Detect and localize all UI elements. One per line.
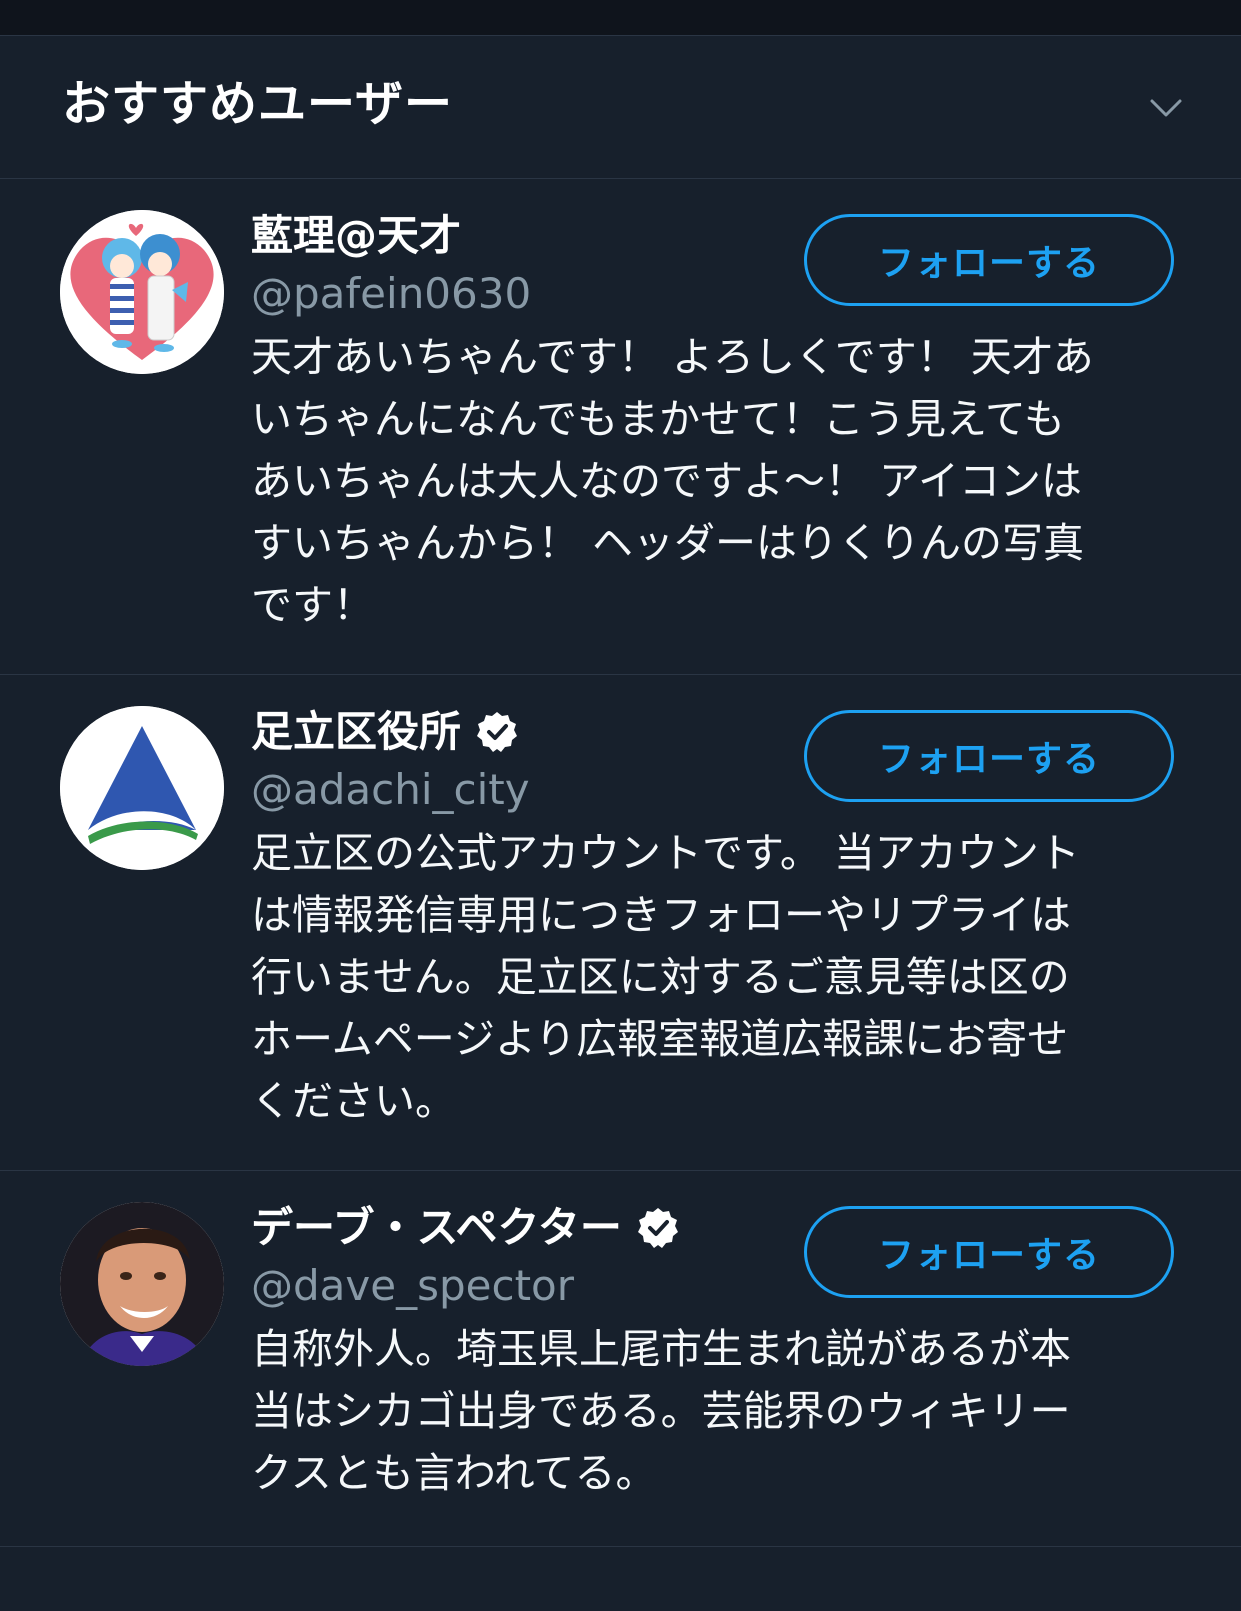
display-name[interactable]: デーブ・スペクター (251, 1200, 622, 1256)
avatar[interactable] (60, 210, 224, 374)
user-handle[interactable]: @dave_spector (251, 1258, 574, 1314)
display-name[interactable]: 足立区役所 (251, 704, 461, 760)
user-handle[interactable]: @pafein0630 (251, 266, 531, 322)
panel-title: おすすめユーザー (62, 76, 454, 132)
follow-button[interactable]: フォローする (804, 214, 1174, 306)
verified-badge-icon (637, 1208, 678, 1248)
user-bio: 天才あいちゃんです！ よろしくです！ 天才あ いちゃんになんでもまかせて！こう見… (251, 333, 1094, 629)
user-bio: 自称外人。埼玉県上尾市生まれ説があるが本 当はシカゴ出身である。芸能界のウィキリ… (251, 1325, 1071, 1497)
panel-header: おすすめユーザー (0, 36, 1241, 179)
follow-button[interactable]: フォローする (804, 1206, 1174, 1298)
user-handle[interactable]: @adachi_city (251, 762, 530, 818)
user-card: 足立区役所 @adachi_city 足立区の公式アカウントです。 当アカウント… (0, 674, 1241, 1171)
top-bar (0, 0, 1241, 36)
user-bio: 足立区の公式アカウントです。 当アカウント は情報発信専用につきフォローやリプラ… (251, 829, 1080, 1125)
follow-button[interactable]: フォローする (804, 710, 1174, 802)
verified-badge-icon (477, 712, 518, 752)
avatar[interactable] (60, 706, 224, 870)
who-to-follow-panel: おすすめユーザー 藍理@天才 @pafein0630 天才あいちゃんです！ よろ… (0, 36, 1241, 1611)
user-card: デーブ・スペクター @dave_spector 自称外人。埼玉県上尾市生まれ説が… (0, 1170, 1241, 1547)
chevron-down-icon[interactable] (1146, 88, 1186, 128)
display-name[interactable]: 藍理@天才 (251, 208, 461, 264)
user-card: 藍理@天才 @pafein0630 天才あいちゃんです！ よろしくです！ 天才あ… (0, 178, 1241, 675)
avatar[interactable] (60, 1202, 224, 1366)
